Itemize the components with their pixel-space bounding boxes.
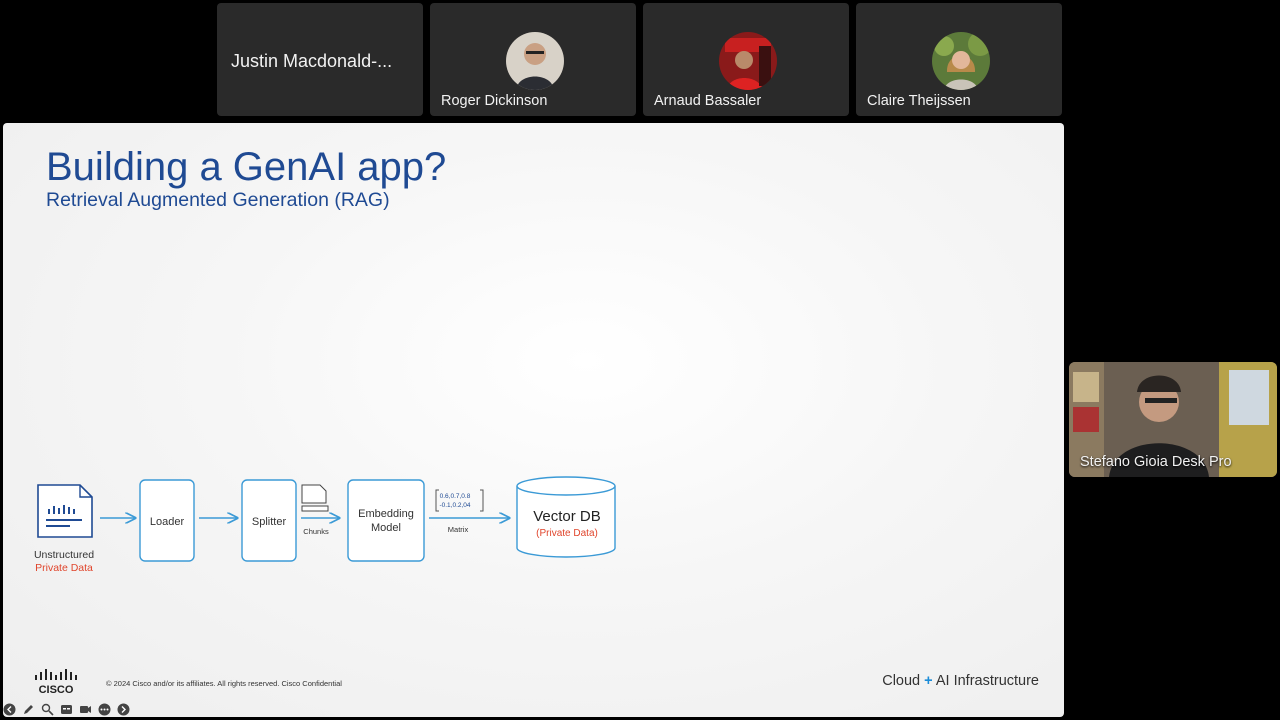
source-label: Unstructured	[34, 549, 94, 561]
avatar	[719, 32, 777, 90]
participant-tile[interactable]: Arnaud Bassaler	[643, 3, 849, 116]
matrix-label: Matrix	[448, 525, 469, 534]
loader-label: Loader	[150, 516, 185, 528]
matrix-row-1: 0.6,0.7,0.8	[440, 493, 471, 500]
footer-brand: Cloud + AI Infrastructure	[882, 673, 1039, 689]
self-view-video[interactable]: Stefano Gioia Desk Pro	[1069, 362, 1277, 477]
brand-cloud: Cloud	[882, 673, 921, 689]
camera-icon[interactable]	[78, 702, 92, 716]
svg-text:CISCO: CISCO	[39, 684, 74, 695]
brand-rest: AI Infrastructure	[935, 673, 1039, 689]
presentation-toolbar	[2, 702, 130, 716]
splitter-label: Splitter	[252, 516, 287, 528]
chunks-icon	[301, 484, 329, 512]
embedding-label-line2: Model	[371, 522, 401, 534]
zoom-icon[interactable]	[40, 702, 54, 716]
next-icon[interactable]	[116, 702, 130, 716]
self-view-name: Stefano Gioia Desk Pro	[1080, 454, 1232, 470]
participant-name: Justin Macdonald-...	[231, 51, 393, 71]
pen-icon[interactable]	[21, 702, 35, 716]
vectordb-sublabel: (Private Data)	[536, 528, 598, 539]
shared-slide: Building a GenAI app? Retrieval Augmente…	[3, 123, 1064, 717]
participant-tile[interactable]: Claire Theijssen	[856, 3, 1062, 116]
avatar	[932, 32, 990, 90]
rag-diagram: Unstructured Private Data Loader Splitte…	[34, 476, 616, 574]
embedding-label-line1: Embedding	[358, 508, 414, 520]
avatar	[506, 32, 564, 90]
source-sublabel: Private Data	[35, 562, 93, 574]
more-icon[interactable]	[97, 702, 111, 716]
vectordb-label: Vector DB	[533, 508, 601, 525]
document-icon	[37, 484, 93, 538]
participant-name: Arnaud Bassaler	[654, 93, 762, 109]
participant-name: Claire Theijssen	[867, 93, 971, 109]
brand-plus: +	[924, 673, 933, 689]
matrix-row-2: -0.1,0.2,04	[439, 502, 470, 509]
participant-name: Roger Dickinson	[441, 93, 548, 109]
footer-copyright: © 2024 Cisco and/or its affiliates. All …	[106, 679, 342, 688]
participant-tile[interactable]: Justin Macdonald-...	[217, 3, 423, 116]
chunks-label: Chunks	[303, 527, 329, 536]
embedding-model-box	[347, 479, 425, 562]
cisco-logo: CISCO	[35, 669, 77, 695]
captions-icon[interactable]	[59, 702, 73, 716]
back-icon[interactable]	[2, 702, 16, 716]
participant-tile[interactable]: Roger Dickinson	[430, 3, 636, 116]
